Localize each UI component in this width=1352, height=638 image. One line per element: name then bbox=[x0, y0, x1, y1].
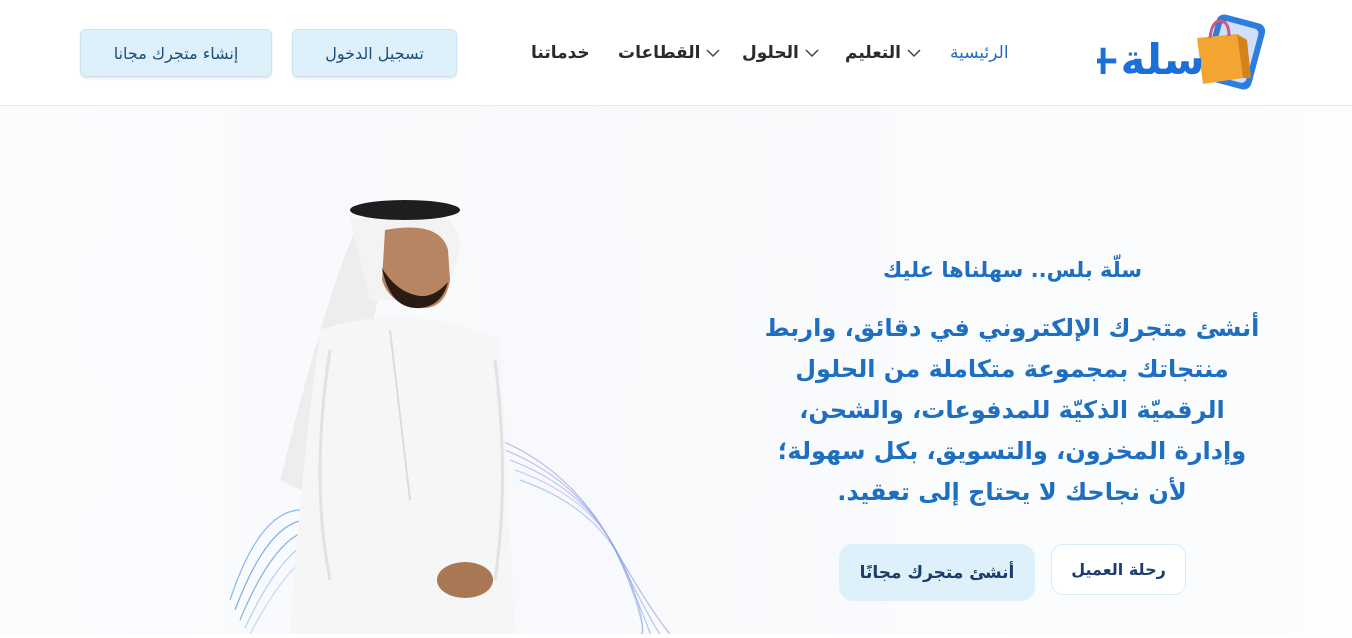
create-store-button[interactable]: أنشئ متجرك مجانًا bbox=[839, 544, 1035, 601]
chevron-down-icon bbox=[706, 49, 720, 58]
nav-item-label: القطاعات bbox=[618, 43, 701, 63]
man-figure bbox=[280, 200, 515, 634]
nav-item-sectors[interactable]: القطاعات bbox=[618, 40, 720, 66]
chevron-down-icon bbox=[907, 49, 921, 58]
customer-journey-button[interactable]: رحلة العميل bbox=[1051, 544, 1186, 595]
hero-description: أنشئ متجرك الإلكتروني في دقائق، واربط من… bbox=[764, 314, 1260, 506]
nav-item-label: الرئيسية bbox=[950, 43, 1009, 63]
chevron-down-icon bbox=[805, 49, 819, 58]
site-header: سلة+ الرئيسية التعليم الحلول القطاعات خد… bbox=[0, 0, 1352, 106]
create-store-label: أنشئ متجرك مجانًا bbox=[859, 562, 1015, 583]
customer-journey-label: رحلة العميل bbox=[1071, 560, 1166, 579]
nav-item-label: الحلول bbox=[742, 43, 799, 63]
login-button[interactable]: تسجيل الدخول bbox=[292, 29, 457, 77]
nav-item-label: خدماتنا bbox=[531, 43, 590, 63]
nav-item-solutions[interactable]: الحلول bbox=[742, 40, 819, 66]
nav-item-label: التعليم bbox=[845, 43, 901, 63]
nav-item-education[interactable]: التعليم bbox=[845, 40, 921, 66]
login-button-label: تسجيل الدخول bbox=[325, 43, 424, 63]
signup-button-label: إنشاء متجرك مجانا bbox=[113, 43, 239, 63]
logo-wordmark: سلة+ bbox=[1097, 35, 1205, 84]
nav-item-home[interactable]: الرئيسية bbox=[950, 40, 1009, 66]
hero-tagline: سلّة بلس.. سهلناها عليك bbox=[882, 258, 1143, 282]
nav-item-services[interactable]: خدماتنا bbox=[531, 40, 590, 66]
signup-button[interactable]: إنشاء متجرك مجانا bbox=[80, 29, 272, 77]
hero-illustration bbox=[210, 180, 690, 638]
salla-plus-logo[interactable]: سلة+ bbox=[1085, 12, 1272, 92]
